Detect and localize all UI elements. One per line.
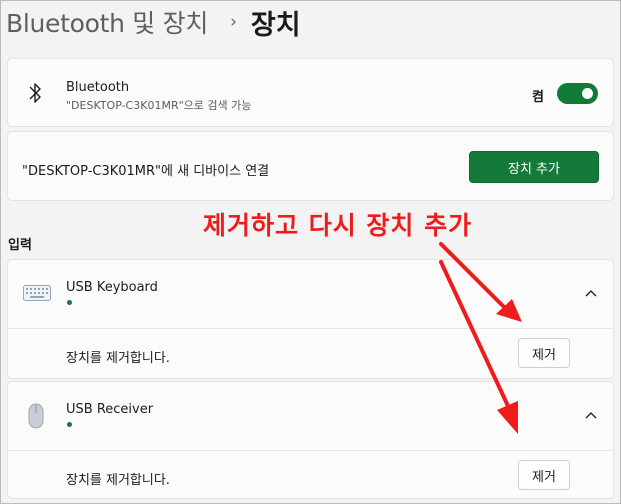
device-card-usb-keyboard: USB Keyboard 장치를 제거합니다. 제거 xyxy=(7,259,614,379)
section-label-input: 입력 xyxy=(8,238,32,253)
bluetooth-toggle[interactable] xyxy=(557,83,598,104)
connected-status-dot xyxy=(67,422,72,427)
device-header[interactable]: USB Receiver xyxy=(8,382,613,450)
device-name: USB Receiver xyxy=(66,402,154,417)
breadcrumb-parent-link[interactable]: Bluetooth 및 장치 xyxy=(6,4,208,40)
add-device-button[interactable]: 장치 추가 xyxy=(469,151,599,183)
bluetooth-title: Bluetooth xyxy=(66,80,130,95)
mouse-icon xyxy=(28,403,44,429)
breadcrumb-separator: › xyxy=(230,12,237,32)
add-device-description: "DESKTOP-C3K01MR"에 새 디바이스 연결 xyxy=(22,164,270,179)
remove-device-button[interactable]: 제거 xyxy=(518,460,570,490)
page-title: 장치 xyxy=(250,9,301,41)
breadcrumb: Bluetooth 및 장치 › 장치 xyxy=(6,2,301,42)
device-header[interactable]: USB Keyboard xyxy=(8,260,613,328)
remove-device-button[interactable]: 제거 xyxy=(518,338,570,368)
chevron-up-icon[interactable] xyxy=(582,285,600,303)
divider xyxy=(8,328,613,329)
connected-status-dot xyxy=(67,300,72,305)
add-device-card: "DESKTOP-C3K01MR"에 새 디바이스 연결 장치 추가 xyxy=(7,131,614,201)
keyboard-icon xyxy=(23,285,51,301)
bluetooth-subtitle: "DESKTOP-C3K01MR"으로 검색 가능 xyxy=(66,99,252,112)
annotation-text: 제거하고 다시 장치 추가 xyxy=(203,211,473,240)
toggle-knob xyxy=(582,88,593,99)
remove-device-label: 장치를 제거합니다. xyxy=(66,351,170,366)
bluetooth-card: Bluetooth "DESKTOP-C3K01MR"으로 검색 가능 켬 xyxy=(7,58,614,127)
bluetooth-toggle-label: 켬 xyxy=(532,90,544,105)
chevron-up-icon[interactable] xyxy=(582,407,600,425)
device-card-usb-receiver: USB Receiver 장치를 제거합니다. 제거 xyxy=(7,381,614,499)
device-name: USB Keyboard xyxy=(66,280,158,295)
divider xyxy=(8,450,613,451)
bluetooth-icon xyxy=(29,83,41,103)
remove-device-label: 장치를 제거합니다. xyxy=(66,473,170,488)
